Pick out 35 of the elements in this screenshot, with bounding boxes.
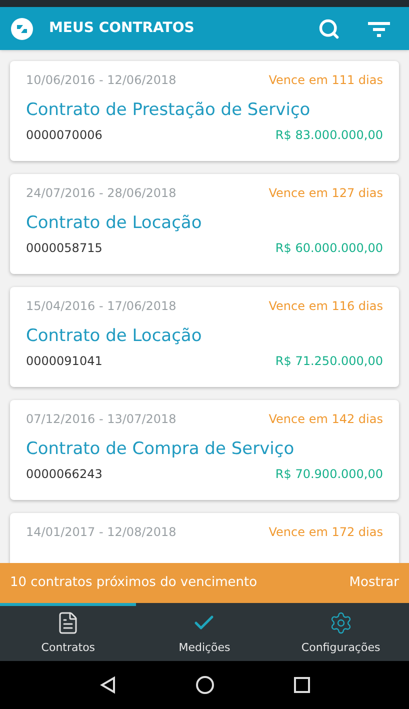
- logo-icon: [10, 16, 34, 40]
- contract-period: 24/07/2016 - 28/06/2018: [26, 185, 176, 202]
- screen-title: MEUS CONTRATOS: [49, 19, 194, 38]
- contract-period: 14/01/2017 - 12/08/2018: [26, 524, 176, 541]
- due-label: Vence em 142 dias: [268, 411, 383, 428]
- contract-number: 0000058715: [26, 240, 102, 256]
- banner-message: 10 contratos próximos do vencimento: [10, 574, 258, 592]
- due-label: Vence em 116 dias: [268, 298, 383, 315]
- contract-card[interactable]: 07/12/2016 - 13/07/2018 Vence em 142 dias Contrato de Compra de Serviço 0000066243 R$ 70.900.000,00: [10, 400, 399, 500]
- contract-title: Contrato de Locação: [26, 212, 203, 235]
- gear-icon: [328, 611, 353, 635]
- back-icon[interactable]: [99, 676, 118, 694]
- contract-number: 0000066243: [26, 466, 102, 482]
- contract-card[interactable]: 24/07/2016 - 28/06/2018 Vence em 127 dias Contrato de Locação 0000058715 R$ 60.000.000,00: [10, 174, 399, 274]
- contract-title: Contrato de Prestação de Serviço: [26, 99, 312, 122]
- due-label: Vence em 127 dias: [268, 185, 383, 202]
- contract-value: R$ 60.000.000,00: [275, 240, 383, 256]
- contract-title: Contrato de Compra de Serviço: [26, 438, 296, 461]
- nav-tab[interactable]: Medições: [136, 603, 273, 661]
- contract-period: 07/12/2016 - 13/07/2018: [26, 411, 176, 428]
- contract-period: 10/06/2016 - 12/06/2018: [26, 72, 176, 89]
- contract-value: R$ 71.250.000,00: [275, 352, 383, 370]
- home-icon[interactable]: [195, 675, 216, 695]
- due-label: Vence em 111 dias: [268, 72, 383, 89]
- contract-number: 0000070006: [26, 126, 102, 144]
- due-label: Vence em 172 dias: [268, 524, 383, 541]
- contract-value: R$ 70.900.000,00: [275, 466, 383, 482]
- contract-card[interactable]: 15/04/2016 - 17/06/2018 Vence em 116 dias Contrato de Locação 0000091041 R$ 71.250.000,00: [10, 287, 399, 387]
- recents-icon[interactable]: [294, 677, 310, 693]
- contract-period: 15/04/2016 - 17/06/2018: [26, 298, 176, 315]
- contract-number: 0000091041: [26, 352, 102, 370]
- contract-value: R$ 83.000.000,00: [275, 126, 383, 144]
- contract-title: Contrato de Locação: [26, 325, 203, 348]
- nav-tab[interactable]: Configurações: [272, 603, 409, 661]
- contract-card[interactable]: 10/06/2016 - 12/06/2018 Vence em 111 dias Contrato de Prestação de Serviço 0000070006 R$ 83.000.000,00: [10, 61, 399, 161]
